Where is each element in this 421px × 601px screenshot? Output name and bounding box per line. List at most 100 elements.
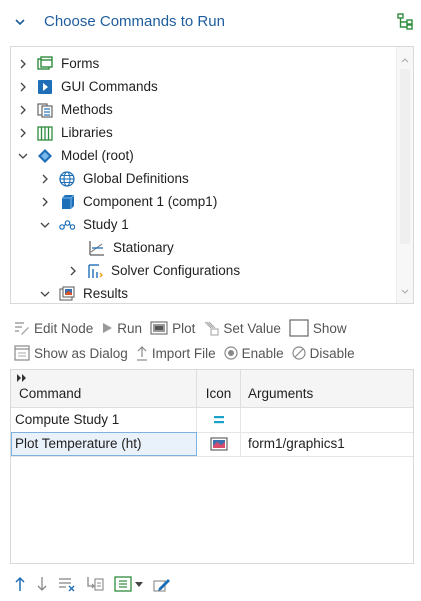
chevron-down-icon[interactable] [39, 219, 51, 231]
plot-label: Plot [172, 320, 196, 336]
methods-icon [37, 102, 53, 118]
show-as-dialog-label: Show as Dialog [34, 345, 128, 361]
add-command-icon [114, 576, 132, 592]
stationary-icon [89, 240, 104, 256]
table-toolbar [14, 574, 181, 594]
tree-select-icon[interactable] [395, 12, 415, 32]
column-header-arguments[interactable]: Arguments [241, 370, 415, 408]
command-cell[interactable]: Compute Study 1 [11, 408, 197, 432]
show-label: Show [312, 320, 347, 336]
table-row[interactable]: Compute Study 1 [11, 408, 415, 433]
tree-item-global-definitions[interactable]: Global Definitions [39, 167, 189, 190]
edit-pencil-icon [153, 579, 170, 592]
tree-item-label: Component 1 (comp1) [83, 194, 218, 209]
commands-table[interactable]: Command Icon Arguments Compute Study 1 P… [10, 369, 414, 564]
plot-icon [150, 321, 168, 335]
chevron-right-icon[interactable] [17, 127, 29, 139]
tree-item-solver-configurations[interactable]: Solver Configurations [67, 259, 240, 282]
move-down-button[interactable] [36, 576, 48, 592]
scrollbar-thumb[interactable] [400, 69, 410, 244]
delete-rows-icon [59, 578, 75, 592]
chevron-right-icon[interactable] [17, 58, 29, 70]
move-up-button[interactable] [14, 576, 26, 592]
chevron-down-icon[interactable] [39, 288, 51, 300]
indent-button[interactable] [86, 576, 104, 592]
tree-item-label: Solver Configurations [111, 263, 241, 278]
enable-label: Enable [241, 345, 284, 361]
tree-item-label: Libraries [61, 125, 113, 140]
tree-item-component-1[interactable]: Component 1 (comp1) [39, 190, 217, 213]
arguments-cell[interactable]: form1/graphics1 [241, 432, 415, 456]
edit-node-button[interactable]: Edit Node [14, 320, 93, 336]
table-row[interactable]: Plot Temperature (ht) form1/graphics1 [11, 432, 415, 457]
enable-button[interactable]: Enable [223, 345, 284, 361]
set-value-icon [204, 321, 219, 336]
add-command-dropdown[interactable] [114, 576, 143, 592]
section-title: Choose Commands to Run [44, 13, 225, 30]
disable-label: Disable [309, 345, 355, 361]
tree-item-forms[interactable]: Forms [17, 52, 99, 75]
run-button[interactable]: Run [101, 321, 142, 336]
column-header-icon-label: Icon [205, 386, 232, 401]
chevron-down-icon[interactable] [17, 150, 29, 162]
section-header[interactable]: Choose Commands to Run [0, 0, 421, 44]
edit-button[interactable] [153, 576, 171, 592]
indent-icon [87, 577, 104, 591]
command-cell[interactable]: Plot Temperature (ht) [11, 432, 197, 456]
column-header-command[interactable]: Command [11, 370, 197, 408]
component-icon [62, 194, 75, 209]
chevron-down-icon[interactable] [14, 16, 26, 28]
icon-cell[interactable] [197, 408, 241, 432]
tree-item-label: Stationary [113, 240, 174, 255]
delete-button[interactable] [58, 576, 76, 592]
dropdown-arrow-icon [135, 582, 143, 587]
table-header: Command Icon Arguments [11, 370, 413, 408]
tree-item-label: Model (root) [61, 148, 134, 163]
show-icon [289, 319, 309, 337]
model-root-icon [38, 148, 52, 163]
chevron-right-icon[interactable] [39, 173, 51, 185]
column-header-icon[interactable]: Icon [197, 370, 241, 408]
tree-item-label: Study 1 [83, 217, 129, 232]
disable-button[interactable]: Disable [292, 346, 355, 361]
set-value-label: Set Value [223, 320, 281, 336]
import-file-icon [136, 346, 147, 361]
dialog-icon [14, 345, 30, 361]
edit-node-icon [15, 322, 29, 335]
libraries-icon [37, 125, 53, 141]
tree-item-methods[interactable]: Methods [17, 98, 113, 121]
chevron-right-icon[interactable] [67, 265, 79, 277]
tree-scrollbar[interactable] [396, 47, 413, 303]
chevron-right-icon[interactable] [17, 81, 29, 93]
arrow-down-icon [37, 577, 47, 591]
set-value-button[interactable]: Set Value [203, 320, 281, 336]
arguments-cell[interactable] [241, 408, 415, 432]
plot-icon [210, 437, 228, 451]
tree-item-results[interactable]: Results [39, 282, 129, 303]
show-button[interactable]: Show [289, 319, 347, 337]
tree-item-gui-commands[interactable]: GUI Commands [17, 75, 158, 98]
command-toolbar-row-2: Show as Dialog Import File Enable Disabl… [14, 342, 355, 364]
command-tree[interactable]: Forms GUI Commands Methods Libraries Mod… [10, 46, 414, 304]
results-icon [59, 285, 75, 301]
scroll-up-icon[interactable] [400, 55, 410, 65]
import-file-button[interactable]: Import File [136, 345, 216, 361]
tree-item-stationary[interactable]: Stationary [75, 236, 174, 259]
tree-item-label: Results [83, 286, 129, 301]
scroll-down-icon[interactable] [400, 287, 410, 297]
chevron-right-icon[interactable] [39, 196, 51, 208]
command-toolbar-row-1: Edit Node Run Plot Set Value Show [14, 317, 355, 339]
tree-item-study-1[interactable]: Study 1 [39, 213, 129, 236]
tree-item-libraries[interactable]: Libraries [17, 121, 113, 144]
tree-item-label: Methods [61, 102, 113, 117]
chevron-right-icon[interactable] [17, 104, 29, 116]
tree-item-model-root[interactable]: Model (root) [17, 144, 134, 167]
arrow-up-icon [15, 576, 25, 591]
plot-button[interactable]: Plot [150, 321, 195, 336]
study-icon [59, 219, 75, 230]
show-as-dialog-button[interactable]: Show as Dialog [14, 345, 128, 361]
icon-cell[interactable] [197, 432, 241, 456]
row-divider [11, 456, 413, 457]
run-label: Run [117, 320, 143, 336]
tree-item-label: Forms [61, 56, 100, 71]
